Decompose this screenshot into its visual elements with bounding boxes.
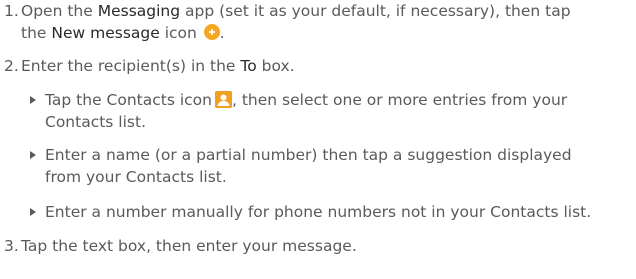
app-name: Messaging	[97, 2, 181, 20]
button-name: New message	[51, 24, 160, 42]
bullet-text: Enter a name (or a partial number) then …	[45, 146, 572, 186]
bullet-text: Tap the Contacts icon, then select one o…	[45, 91, 568, 131]
instruction-document: 1. Open the Messaging app (set it as you…	[0, 0, 636, 279]
bullet-arrow-icon	[30, 151, 36, 159]
step-line: Open the Messaging app (set it as your d…	[21, 2, 571, 20]
bullet-arrow-icon	[30, 96, 36, 104]
bullet-arrow-icon	[30, 208, 36, 216]
step-text: Tap the text box, then enter your messag…	[21, 237, 357, 255]
step-text: Enter the recipient(s) in the To box.	[21, 57, 295, 75]
field-name: To	[240, 57, 257, 75]
step-number: 3.	[4, 237, 19, 255]
step-text: Open the Messaging app (set it as your d…	[21, 0, 630, 44]
bullet-text: Enter a number manually for phone number…	[45, 203, 592, 221]
step-line: the New message icon .	[21, 24, 225, 42]
step-number: 1.	[4, 2, 19, 20]
contacts-icon	[214, 91, 232, 108]
new-message-icon	[203, 24, 220, 40]
step-number: 2.	[4, 57, 19, 75]
